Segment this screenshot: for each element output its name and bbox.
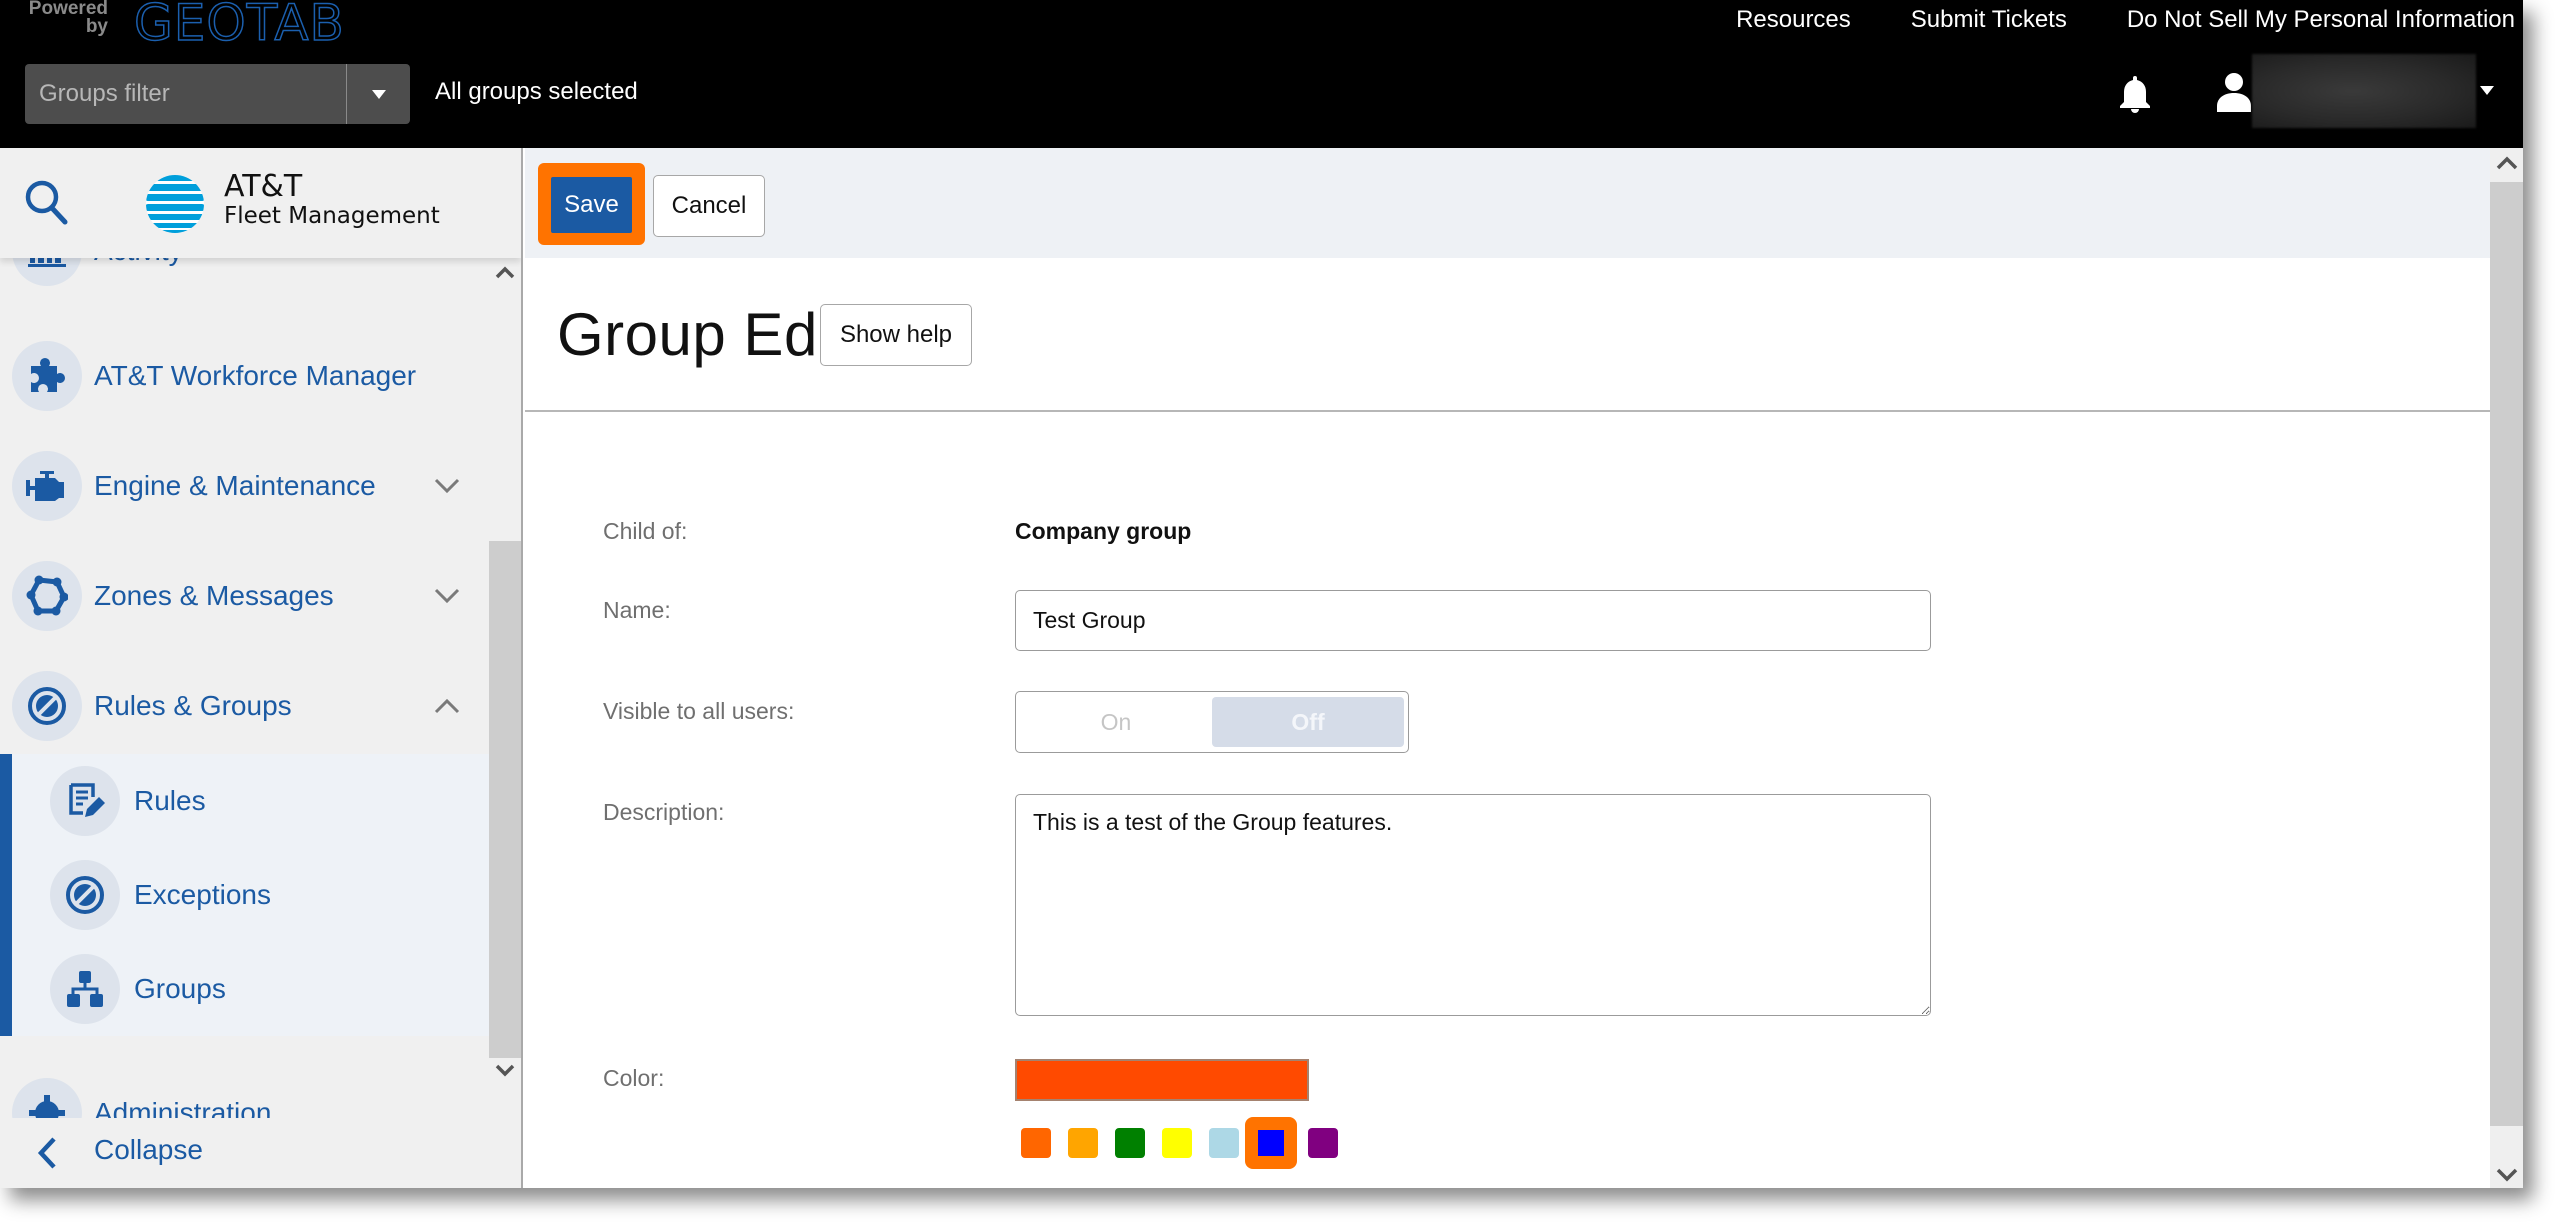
color-swatch[interactable] [1021,1128,1051,1158]
color-label: Color: [603,1065,665,1091]
logo-line2: Fleet Management [224,203,440,229]
chevron-down-icon[interactable] [433,587,461,605]
sidebar-item-label: Rules & Groups [94,690,292,721]
att-fleet-logo-text: AT&T Fleet Management [224,172,440,230]
color-swatch[interactable] [1308,1128,1338,1158]
puzzle-icon [31,358,65,392]
page-title: Group Edit [557,301,849,368]
toggle-off-option[interactable]: Off [1212,697,1404,747]
title-row: Group Edit Show help [525,258,2490,412]
att-globe-logo [146,175,204,233]
name-label: Name: [603,597,671,623]
nav-icon-circle [50,954,120,1024]
sidebar-item-label: Zones & Messages [94,580,334,611]
sidebar-item-label: Exceptions [134,879,271,910]
nav-icon-circle [12,561,82,631]
sidebar-subitem-rules[interactable]: Rules [0,754,489,848]
groups-filter[interactable]: Groups filter [25,64,410,124]
top-header: Powered by GEOTAB Resources Submit Ticke… [0,0,2523,148]
sidebar-item-workforce-manager[interactable]: AT&T Workforce Manager [0,321,489,431]
color-swatch[interactable] [1245,1117,1297,1169]
sidebar: AT&T Fleet Management Activity [0,148,523,1188]
visible-to-all-toggle[interactable]: On Off [1015,691,1409,753]
sidebar-item-zones-messages[interactable]: Zones & Messages [0,541,489,651]
save-button[interactable]: Save [551,177,632,233]
color-swatch[interactable] [1209,1128,1239,1158]
engine-icon [26,471,64,501]
visible-to-all-label: Visible to all users: [603,698,795,724]
groups-filter-input[interactable]: Groups filter [25,64,346,124]
main-content: Save Cancel Group Edit Show help Child o… [525,148,2490,1188]
description-label: Description: [603,799,725,825]
exceptions-icon [66,876,104,914]
chevron-down-icon[interactable] [433,477,461,495]
powered-by-label: Powered by [28,0,108,36]
scroll-down-arrow-icon[interactable] [2496,1168,2518,1182]
sidebar-subitem-groups[interactable]: Groups [0,942,489,1036]
toolbar: Save Cancel [525,148,2490,258]
rules-icon [28,687,66,725]
sidebar-header: AT&T Fleet Management [0,148,521,258]
sidebar-item-label: AT&T Workforce Manager [94,360,417,391]
nav-icon-circle [12,451,82,521]
nav-icon-circle [12,341,82,411]
color-swatch[interactable] [1115,1128,1145,1158]
sidebar-item-label: Engine & Maintenance [94,470,376,501]
sidebar-item-label: Rules [134,785,206,816]
groups-icon [67,971,103,1007]
groups-selected-text: All groups selected [435,78,638,105]
color-swatch[interactable] [1162,1128,1192,1158]
submit-tickets-link[interactable]: Submit Tickets [1911,6,2067,34]
sidebar-scrollbar-thumb[interactable] [489,541,521,1058]
header-links: Resources Submit Tickets Do Not Sell My … [1736,6,2515,34]
rules-edit-icon [69,783,105,817]
collapse-button[interactable]: Collapse [0,1118,521,1188]
chevron-left-icon [37,1137,56,1169]
user-menu-caret-icon[interactable] [2480,86,2494,95]
search-icon[interactable] [24,178,68,226]
logo-line1: AT&T [224,169,303,204]
main-scrollbar-thumb[interactable] [2490,182,2523,1126]
color-swatch[interactable] [1068,1128,1098,1158]
scroll-down-arrow-icon[interactable] [495,1064,515,1078]
current-color-preview[interactable] [1015,1059,1309,1101]
save-button-highlight: Save [538,163,645,245]
zones-icon [26,575,68,616]
scroll-up-arrow-icon[interactable] [495,265,515,279]
sidebar-item-rules-groups[interactable]: Rules & Groups [0,651,489,761]
child-of-label: Child of: [603,518,688,544]
rules-groups-submenu: Rules Exceptions Groups [0,754,489,1036]
sidebar-item-label: Groups [134,973,226,1004]
name-input[interactable] [1015,590,1931,651]
cancel-button[interactable]: Cancel [653,175,765,237]
nav-icon-circle [12,671,82,741]
show-help-button[interactable]: Show help [820,304,972,366]
caret-down-icon [371,89,386,99]
bell-icon[interactable] [2117,74,2153,114]
toggle-on-option[interactable]: On [1022,697,1210,747]
description-textarea[interactable]: This is a test of the Group features. [1015,794,1931,1016]
child-of-value[interactable]: Company group [1015,518,1191,545]
resources-link[interactable]: Resources [1736,6,1851,34]
user-name-redacted[interactable] [2252,54,2476,128]
user-icon[interactable] [2217,72,2251,112]
sidebar-item-engine-maintenance[interactable]: Engine & Maintenance [0,431,489,541]
geotab-logo: GEOTAB [133,0,345,53]
color-swatch-list [1015,1117,1349,1169]
do-not-sell-link[interactable]: Do Not Sell My Personal Information [2127,6,2515,34]
sidebar-subitem-exceptions[interactable]: Exceptions [0,848,489,942]
scroll-up-arrow-icon[interactable] [2496,156,2518,170]
collapse-label: Collapse [94,1134,203,1165]
nav-icon-circle [50,766,120,836]
groups-filter-dropdown-button[interactable] [346,64,410,124]
selected-color-swatch [1258,1130,1284,1156]
app-window: Powered by GEOTAB Resources Submit Ticke… [0,0,2523,1188]
powered-by-line2: by [85,16,108,37]
chevron-up-icon[interactable] [433,697,461,715]
nav-icon-circle [50,860,120,930]
